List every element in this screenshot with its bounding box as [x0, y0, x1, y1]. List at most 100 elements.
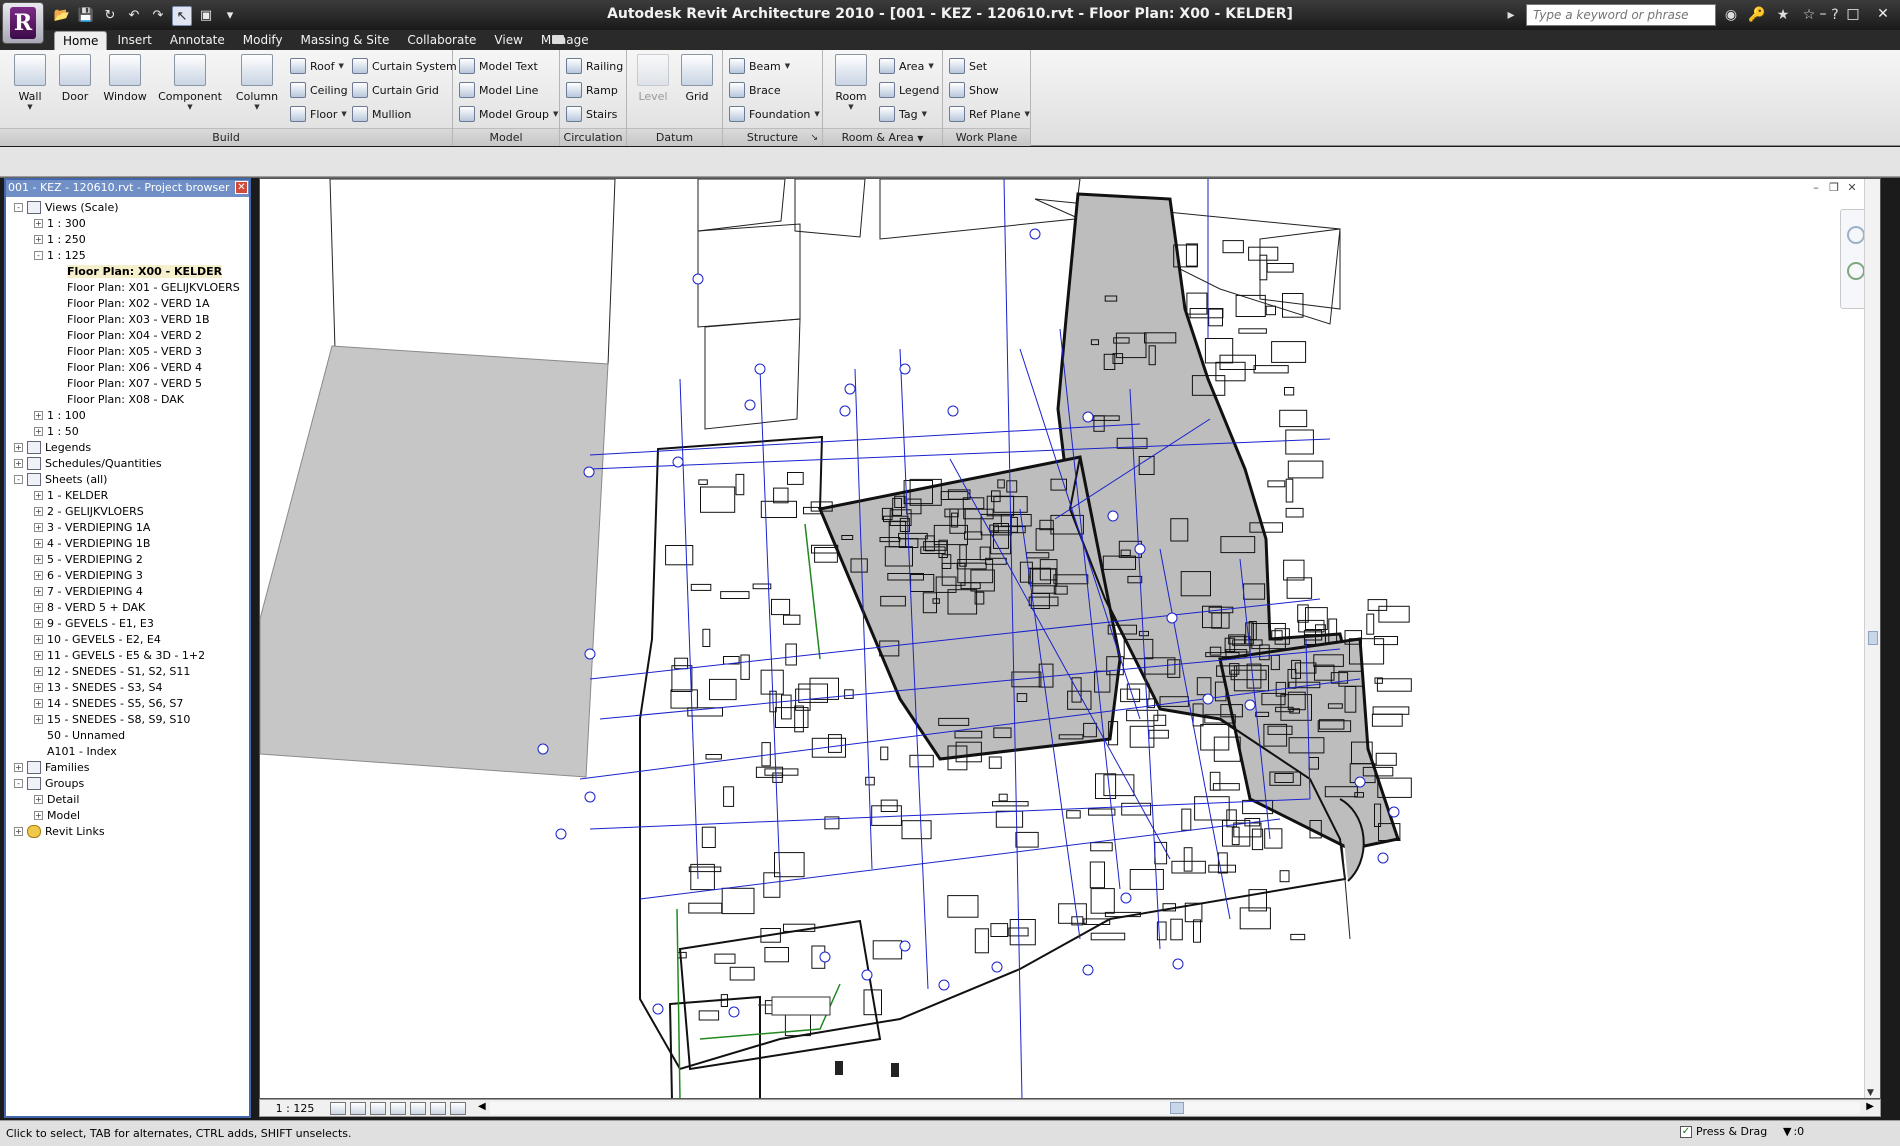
expand-icon[interactable]: + — [34, 682, 43, 692]
show-button[interactable]: Show — [949, 80, 999, 100]
ramp-button[interactable]: Ramp — [566, 80, 618, 100]
collapse-icon[interactable]: - — [14, 778, 23, 788]
sync-icon[interactable]: ↻ — [100, 6, 120, 26]
open-icon[interactable]: 📂 — [52, 6, 72, 26]
expand-icon[interactable]: + — [34, 714, 43, 724]
tab-manage[interactable]: Manage — [533, 31, 597, 50]
ref-plane-button[interactable]: Ref Plane ▼ — [949, 104, 1030, 124]
floor-plan-drawing[interactable] — [260, 179, 1866, 1099]
tree-sheet[interactable]: +13 - SNEDES - S3, S4 — [34, 679, 162, 695]
grid-button[interactable]: Grid — [677, 54, 717, 103]
tree-sheet[interactable]: +7 - VERDIEPING 4 — [34, 583, 143, 599]
redo-icon[interactable]: ↷ — [148, 6, 168, 26]
legend-button[interactable]: Legend — [879, 80, 939, 100]
expand-icon[interactable]: + — [34, 426, 43, 436]
tree-sheet[interactable]: A101 - Index — [34, 743, 117, 759]
tree-groups[interactable]: - Groups — [14, 775, 84, 791]
binoculars-icon[interactable]: ◉ — [1720, 4, 1742, 26]
collapse-icon[interactable]: - — [14, 474, 23, 484]
tree-floor-plan[interactable]: Floor Plan: X01 - GELIJKVLOERS — [54, 279, 240, 295]
stairs-button[interactable]: Stairs — [566, 104, 617, 124]
shadows-icon[interactable] — [390, 1101, 406, 1115]
roof-button[interactable]: Roof ▼ — [290, 56, 344, 76]
model-text-button[interactable]: Model Text — [459, 56, 538, 76]
ceiling-button[interactable]: Ceiling — [290, 80, 348, 100]
dialog-launcher-icon[interactable]: ↘ — [810, 129, 818, 147]
tree-floor-plan[interactable]: Floor Plan: X05 - VERD 3 — [54, 343, 202, 359]
collapse-icon[interactable]: - — [34, 250, 43, 260]
expand-icon[interactable]: ▸ — [1500, 4, 1522, 26]
close-icon[interactable]: ✕ — [235, 181, 248, 194]
tree-sheet[interactable]: +6 - VERDIEPING 3 — [34, 567, 143, 583]
scroll-thumb[interactable] — [1170, 1102, 1184, 1114]
minimize-ribbon-icon[interactable] — [552, 35, 564, 44]
restore-icon[interactable]: ❐ — [1828, 182, 1840, 194]
expand-icon[interactable]: + — [34, 410, 43, 420]
tree-sheet[interactable]: +11 - GEVELS - E5 & 3D - 1+2 — [34, 647, 205, 663]
tree-scale-50[interactable]: +1 : 50 — [34, 423, 79, 439]
curtain-system-button[interactable]: Curtain System — [352, 56, 457, 76]
tag-button[interactable]: Tag ▼ — [879, 104, 927, 124]
wall-button[interactable]: Wall ▼ — [10, 54, 50, 111]
select-icon[interactable]: ↖ — [172, 6, 192, 26]
tree-sheets[interactable]: - Sheets (all) — [14, 471, 107, 487]
tree-groups-model[interactable]: + Model — [34, 807, 80, 823]
expand-icon[interactable]: + — [14, 826, 23, 836]
expand-icon[interactable]: + — [34, 618, 43, 628]
expand-icon[interactable]: + — [34, 602, 43, 612]
checkbox-icon[interactable]: ✓ — [1680, 1125, 1692, 1138]
selection-filter[interactable]: ▼ :0 — [1783, 1125, 1804, 1138]
tree-sheet[interactable]: +5 - VERDIEPING 2 — [34, 551, 143, 567]
expand-icon[interactable]: + — [34, 522, 43, 532]
floor-button[interactable]: Floor ▼ — [290, 104, 347, 124]
tree-sheet[interactable]: +12 - SNEDES - S1, S2, S11 — [34, 663, 190, 679]
save-icon[interactable]: 💾 — [76, 6, 96, 26]
horizontal-scrollbar[interactable]: ◀ ▶ — [478, 1101, 1874, 1114]
railing-button[interactable]: Railing — [566, 56, 623, 76]
brace-button[interactable]: Brace — [729, 80, 781, 100]
area-button[interactable]: Area ▼ — [879, 56, 934, 76]
door-button[interactable]: Door — [55, 54, 95, 103]
tab-insert[interactable]: Insert — [109, 31, 159, 50]
vertical-scrollbar[interactable]: ▼ — [1864, 179, 1880, 1098]
tree-sheet[interactable]: +1 - KELDER — [34, 487, 108, 503]
tree-sheet[interactable]: +2 - GELIJKVLOERS — [34, 503, 144, 519]
scroll-thumb[interactable] — [1868, 631, 1878, 645]
expand-icon[interactable]: + — [34, 698, 43, 708]
undo-icon[interactable]: ↶ — [124, 6, 144, 26]
component-button[interactable]: Component ▼ — [158, 54, 222, 111]
application-menu-button[interactable]: R — [2, 2, 44, 44]
tree-floor-plan[interactable]: Floor Plan: X02 - VERD 1A — [54, 295, 210, 311]
tree-floor-plan[interactable]: Floor Plan: X00 - KELDER — [54, 263, 223, 279]
tree-floor-plan[interactable]: Floor Plan: X03 - VERD 1B — [54, 311, 210, 327]
foundation-button[interactable]: Foundation ▼ — [729, 104, 820, 124]
maximize-icon[interactable]: □ — [1842, 4, 1864, 24]
mullion-button[interactable]: Mullion — [352, 104, 411, 124]
close-icon[interactable]: ✕ — [1846, 182, 1858, 194]
tree-groups-detail[interactable]: + Detail — [34, 791, 79, 807]
tree-sheet[interactable]: +15 - SNEDES - S8, S9, S10 — [34, 711, 190, 727]
room-area-panel-title[interactable]: Room & Area ▼ — [823, 128, 942, 146]
tree-scale-300[interactable]: +1 : 300 — [34, 215, 86, 231]
tree-sheet[interactable]: +10 - GEVELS - E2, E4 — [34, 631, 161, 647]
model-line-button[interactable]: Model Line — [459, 80, 538, 100]
minimize-icon[interactable]: – — [1810, 182, 1822, 194]
scroll-left-icon[interactable]: ◀ — [478, 1101, 486, 1112]
expand-icon[interactable]: + — [34, 234, 43, 244]
room-button[interactable]: Room ▼ — [831, 54, 871, 111]
expand-icon[interactable]: + — [34, 554, 43, 564]
tree-sheet[interactable]: +9 - GEVELS - E1, E3 — [34, 615, 154, 631]
expand-icon[interactable]: + — [34, 490, 43, 500]
steering-wheel-icon[interactable] — [1847, 226, 1865, 244]
visual-style-icon[interactable] — [350, 1101, 366, 1115]
tree-scale-125[interactable]: -1 : 125 — [34, 247, 86, 263]
expand-icon[interactable]: + — [34, 506, 43, 516]
tree-floor-plan[interactable]: Floor Plan: X08 - DAK — [54, 391, 184, 407]
expand-icon[interactable]: + — [14, 762, 23, 772]
scroll-right-icon[interactable]: ▶ — [1866, 1101, 1874, 1112]
subscription-icon[interactable]: 🔑 — [1746, 4, 1768, 26]
expand-icon[interactable]: + — [34, 634, 43, 644]
minimize-icon[interactable]: – — [1812, 4, 1834, 24]
expand-icon[interactable]: + — [34, 666, 43, 676]
tree-sheet[interactable]: 50 - Unnamed — [34, 727, 125, 743]
